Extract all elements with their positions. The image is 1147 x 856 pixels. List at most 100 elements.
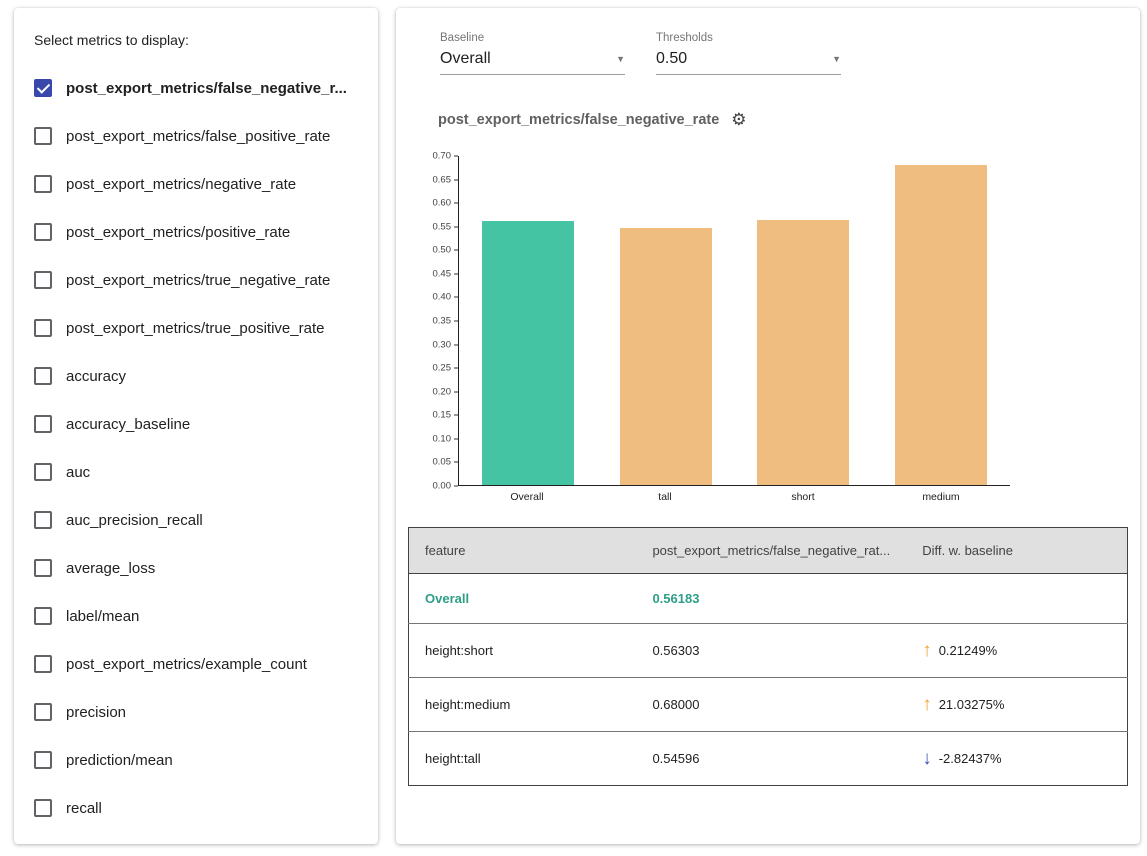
metric-checkbox-item[interactable]: post_export_metrics/true_positive_rate (34, 304, 358, 352)
metrics-table: feature post_export_metrics/false_negati… (408, 527, 1128, 786)
checkbox-icon[interactable] (34, 463, 52, 481)
metric-label: post_export_metrics/true_negative_rate (66, 272, 330, 289)
value-cell: 0.54596 (636, 732, 906, 786)
value-cell: 0.68000 (636, 678, 906, 732)
checkbox-icon[interactable] (34, 607, 52, 625)
diff-cell: ↑ 21.03275% (906, 678, 1127, 732)
bar-Overall[interactable] (482, 221, 574, 485)
baseline-select-value-row[interactable]: Overall ▼ (440, 50, 625, 75)
metric-label: post_export_metrics/positive_rate (66, 224, 290, 241)
y-axis: 0.000.050.100.150.200.250.300.350.400.45… (416, 156, 458, 486)
metric-checkbox-item[interactable]: post_export_metrics/example_count (34, 640, 358, 688)
up-arrow-icon: ↑ (922, 641, 932, 660)
diff-cell: ↓ -2.82437% (906, 732, 1127, 786)
plot-area (458, 156, 1010, 486)
metric-checkbox-item[interactable]: auc (34, 448, 358, 496)
y-tick: 0.40 (433, 292, 459, 303)
bar-slot (735, 156, 873, 485)
thresholds-select-label: Thresholds (656, 32, 841, 44)
metric-checkbox-item[interactable]: precision (34, 688, 358, 736)
y-tick: 0.70 (433, 151, 459, 162)
y-tick: 0.15 (433, 410, 459, 421)
checkbox-icon[interactable] (34, 511, 52, 529)
checkbox-icon[interactable] (34, 271, 52, 289)
x-axis-label: medium (872, 491, 1010, 503)
bar-short[interactable] (757, 220, 849, 485)
results-panel: Baseline Overall ▼ Thresholds 0.50 ▼ pos… (396, 8, 1140, 844)
metric-checkbox-item[interactable]: accuracy (34, 352, 358, 400)
checkbox-icon[interactable] (34, 799, 52, 817)
header-feature: feature (409, 528, 637, 574)
chevron-down-icon: ▼ (616, 54, 625, 64)
metric-label: accuracy (66, 368, 126, 385)
metric-label: post_export_metrics/true_positive_rate (66, 320, 324, 337)
metric-label: precision (66, 704, 126, 721)
feature-cell: height:tall (409, 732, 637, 786)
diff-cell (906, 574, 1127, 624)
fairness-indicators-page: Select metrics to display: post_export_m… (0, 0, 1147, 856)
metric-checkbox-item[interactable]: prediction/mean (34, 736, 358, 784)
controls-row: Baseline Overall ▼ Thresholds 0.50 ▼ (440, 32, 1128, 75)
value-cell: 0.56303 (636, 624, 906, 678)
diff-inner: ↑ 21.03275% (922, 695, 1111, 714)
chevron-down-icon: ▼ (832, 54, 841, 64)
metric-checkbox-item[interactable]: recall (34, 784, 358, 832)
chart-title: post_export_metrics/false_negative_rate (438, 112, 719, 128)
feature-cell: height:medium (409, 678, 637, 732)
diff-text: -2.82437% (939, 751, 1002, 766)
metric-checkbox-item[interactable]: post_export_metrics/false_positive_rate (34, 112, 358, 160)
metric-checkbox-item[interactable]: auc_precision_recall (34, 496, 358, 544)
checkbox-icon[interactable] (34, 415, 52, 433)
up-arrow-icon: ↑ (922, 695, 932, 714)
chart-header: post_export_metrics/false_negative_rate … (438, 111, 1128, 128)
down-arrow-icon: ↓ (922, 749, 932, 768)
checkbox-icon[interactable] (34, 223, 52, 241)
y-tick: 0.25 (433, 363, 459, 374)
thresholds-select-value-row[interactable]: 0.50 ▼ (656, 50, 841, 75)
metric-label: average_loss (66, 560, 155, 577)
checkbox-icon[interactable] (34, 319, 52, 337)
header-metric-value: post_export_metrics/false_negative_rat..… (636, 528, 906, 574)
y-tick: 0.00 (433, 481, 459, 492)
checkbox-icon[interactable] (34, 751, 52, 769)
thresholds-select[interactable]: Thresholds 0.50 ▼ (656, 32, 841, 75)
checkbox-icon[interactable] (34, 367, 52, 385)
metric-select-title: Select metrics to display: (34, 32, 358, 48)
checkbox-icon[interactable] (34, 175, 52, 193)
y-tick: 0.20 (433, 386, 459, 397)
diff-inner: ↓ -2.82437% (922, 749, 1111, 768)
checkbox-icon[interactable] (34, 127, 52, 145)
metric-checkbox-item[interactable]: post_export_metrics/false_negative_r... (34, 64, 358, 112)
diff-text: 0.21249% (939, 643, 998, 658)
metric-checkbox-item[interactable]: post_export_metrics/true_negative_rate (34, 256, 358, 304)
baseline-select-label: Baseline (440, 32, 625, 44)
diff-text: 21.03275% (939, 697, 1005, 712)
table-row: height:medium 0.68000 ↑ 21.03275% (409, 678, 1128, 732)
feature-cell: height:short (409, 624, 637, 678)
baseline-select-value: Overall (440, 50, 491, 68)
table-row: Overall 0.56183 (409, 574, 1128, 624)
table-row: height:short 0.56303 ↑ 0.21249% (409, 624, 1128, 678)
bar-medium[interactable] (895, 165, 987, 485)
metric-checkbox-item[interactable]: average_loss (34, 544, 358, 592)
metric-label: post_export_metrics/false_negative_r... (66, 80, 347, 97)
y-tick: 0.45 (433, 268, 459, 279)
checkbox-icon[interactable] (34, 703, 52, 721)
baseline-select[interactable]: Baseline Overall ▼ (440, 32, 625, 75)
metric-checkbox-item[interactable]: accuracy_baseline (34, 400, 358, 448)
y-tick: 0.35 (433, 316, 459, 327)
metric-checkbox-item[interactable]: label/mean (34, 592, 358, 640)
metric-checkbox-item[interactable]: post_export_metrics/negative_rate (34, 160, 358, 208)
checkbox-icon[interactable] (34, 559, 52, 577)
metric-checkbox-item[interactable]: post_export_metrics/positive_rate (34, 208, 358, 256)
y-tick: 0.65 (433, 174, 459, 185)
y-tick: 0.30 (433, 339, 459, 350)
value-cell: 0.56183 (636, 574, 906, 624)
bar-tall[interactable] (620, 228, 712, 485)
gear-icon[interactable]: ⚙ (731, 111, 746, 128)
x-axis-label: short (734, 491, 872, 503)
checkbox-icon[interactable] (34, 655, 52, 673)
checkbox-icon[interactable] (34, 79, 52, 97)
metric-list: post_export_metrics/false_negative_r... … (34, 64, 358, 832)
feature-cell: Overall (409, 574, 637, 624)
